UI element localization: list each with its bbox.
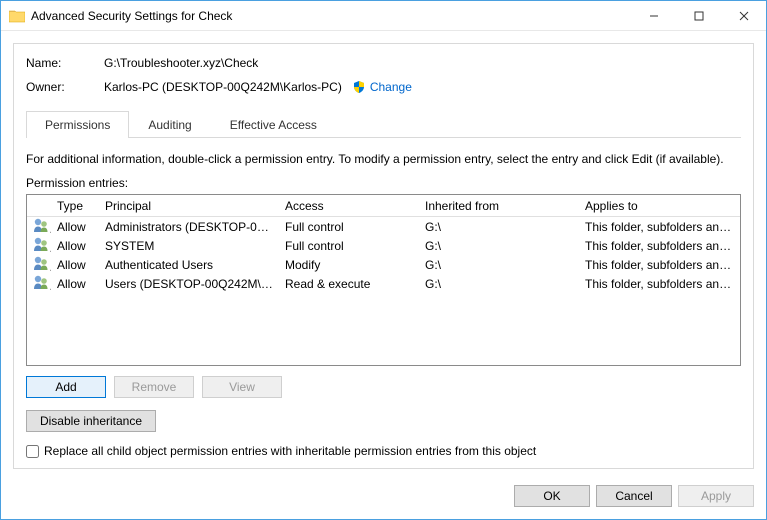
apply-button: Apply (678, 485, 754, 507)
dialog-footer: OK Cancel Apply (1, 475, 766, 519)
users-icon (27, 271, 51, 296)
owner-label: Owner: (26, 80, 104, 94)
col-applies[interactable]: Applies to (579, 196, 740, 216)
col-inherited[interactable]: Inherited from (419, 196, 579, 216)
window-title: Advanced Security Settings for Check (31, 9, 631, 23)
permission-row[interactable]: AllowAdministrators (DESKTOP-00...Full c… (27, 217, 740, 236)
tab-strip: Permissions Auditing Effective Access (26, 110, 741, 138)
remove-button: Remove (114, 376, 194, 398)
cell-applies: This folder, subfolders and files (579, 236, 740, 256)
cell-access: Read & execute (279, 274, 419, 294)
cell-type: Allow (51, 255, 99, 275)
col-type[interactable]: Type (51, 196, 99, 216)
cell-type: Allow (51, 236, 99, 256)
add-button[interactable]: Add (26, 376, 106, 398)
cell-principal: SYSTEM (99, 236, 279, 256)
owner-value: Karlos-PC (DESKTOP-00Q242M\Karlos-PC) (104, 80, 342, 94)
cell-inherited: G:\ (419, 236, 579, 256)
close-button[interactable] (721, 1, 766, 30)
cell-applies: This folder, subfolders and files (579, 274, 740, 294)
cell-inherited: G:\ (419, 274, 579, 294)
permission-row[interactable]: AllowSYSTEMFull controlG:\This folder, s… (27, 236, 740, 255)
shield-icon (352, 80, 366, 94)
cell-access: Full control (279, 236, 419, 256)
minimize-button[interactable] (631, 1, 676, 30)
disable-inheritance-button[interactable]: Disable inheritance (26, 410, 156, 432)
cell-type: Allow (51, 217, 99, 237)
view-button: View (202, 376, 282, 398)
tab-auditing[interactable]: Auditing (129, 111, 210, 138)
ok-button[interactable]: OK (514, 485, 590, 507)
col-access[interactable]: Access (279, 196, 419, 216)
entries-label: Permission entries: (26, 176, 741, 190)
change-owner-link[interactable]: Change (370, 80, 412, 94)
cell-principal: Administrators (DESKTOP-00... (99, 217, 279, 237)
cell-applies: This folder, subfolders and files (579, 217, 740, 237)
permission-row[interactable]: AllowAuthenticated UsersModifyG:\This fo… (27, 255, 740, 274)
col-principal[interactable]: Principal (99, 196, 279, 216)
name-value: G:\Troubleshooter.xyz\Check (104, 56, 258, 70)
tab-effective-access[interactable]: Effective Access (211, 111, 336, 138)
cell-principal: Users (DESKTOP-00Q242M\Us... (99, 274, 279, 294)
main-panel: Name: G:\Troubleshooter.xyz\Check Owner:… (13, 43, 754, 469)
cell-applies: This folder, subfolders and files (579, 255, 740, 275)
replace-child-label: Replace all child object permission entr… (44, 444, 536, 458)
name-label: Name: (26, 56, 104, 70)
cancel-button[interactable]: Cancel (596, 485, 672, 507)
cell-principal: Authenticated Users (99, 255, 279, 275)
permission-listbox[interactable]: Type Principal Access Inherited from App… (26, 194, 741, 366)
cell-access: Modify (279, 255, 419, 275)
titlebar: Advanced Security Settings for Check (1, 1, 766, 31)
folder-icon (9, 9, 25, 23)
cell-type: Allow (51, 274, 99, 294)
tab-permissions[interactable]: Permissions (26, 111, 129, 138)
maximize-button[interactable] (676, 1, 721, 30)
cell-inherited: G:\ (419, 217, 579, 237)
instruction-text: For additional information, double-click… (26, 152, 741, 166)
list-header: Type Principal Access Inherited from App… (27, 195, 740, 217)
permission-row[interactable]: AllowUsers (DESKTOP-00Q242M\Us...Read & … (27, 274, 740, 293)
replace-child-checkbox[interactable] (26, 445, 39, 458)
cell-access: Full control (279, 217, 419, 237)
cell-inherited: G:\ (419, 255, 579, 275)
